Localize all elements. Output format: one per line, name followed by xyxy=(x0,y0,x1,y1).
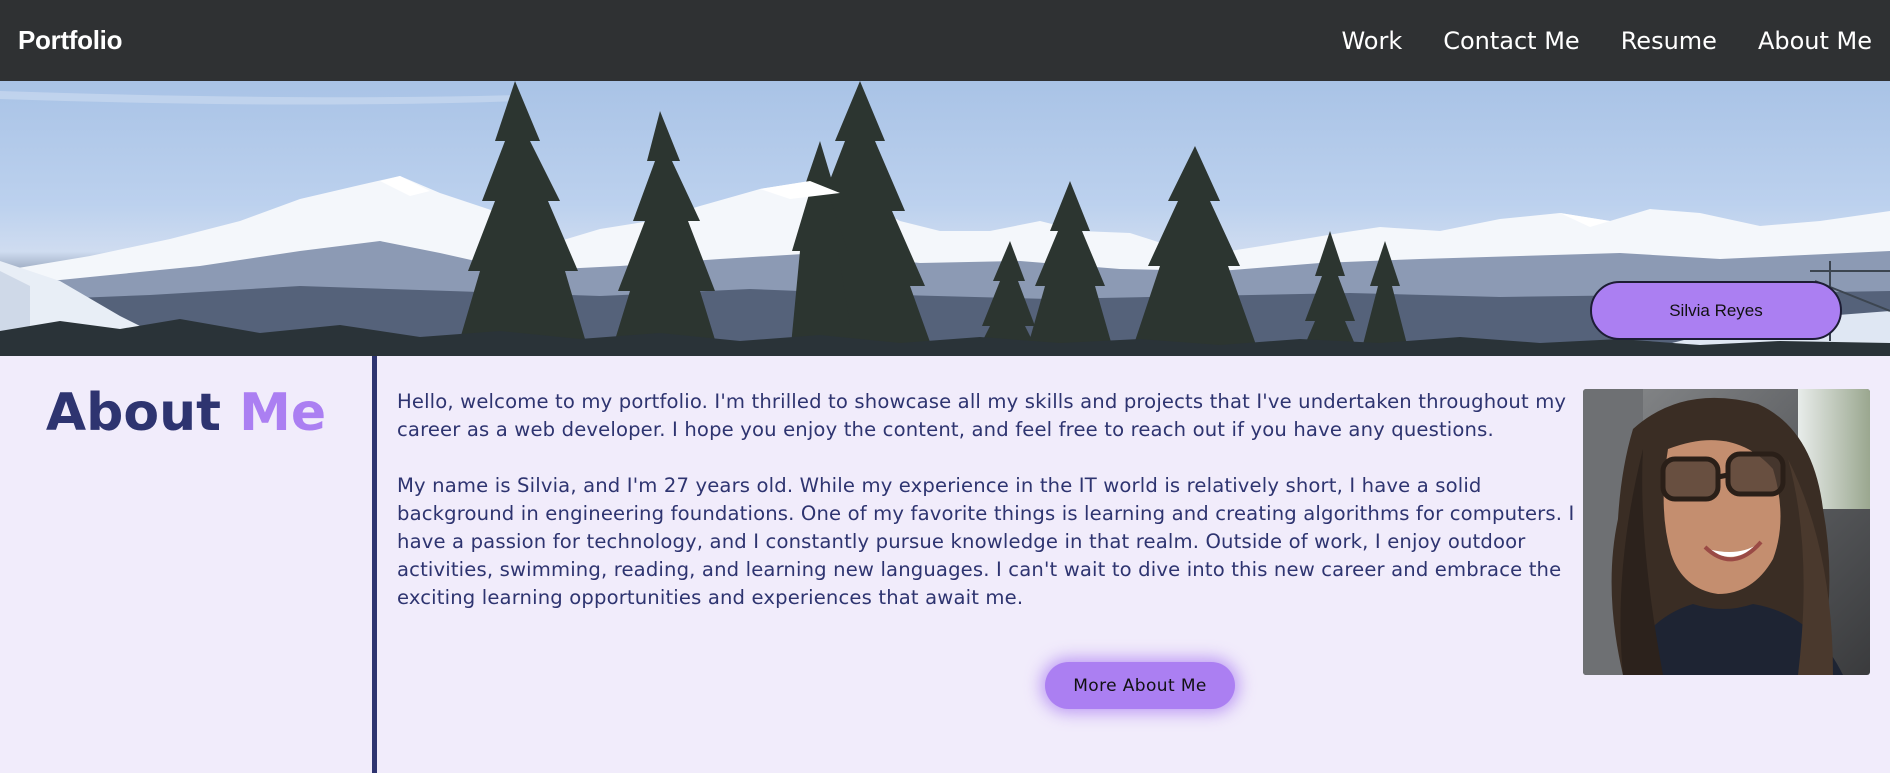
nav-link-about[interactable]: About Me xyxy=(1758,27,1872,55)
top-navbar: Portfolio Work Contact Me Resume About M… xyxy=(0,0,1890,81)
profile-photo xyxy=(1583,389,1870,675)
vertical-divider xyxy=(372,356,377,773)
about-paragraph-intro: Hello, welcome to my portfolio. I'm thri… xyxy=(397,390,1567,441)
nav-links: Work Contact Me Resume About Me xyxy=(1341,27,1872,55)
nav-link-contact[interactable]: Contact Me xyxy=(1443,27,1579,55)
nav-link-work[interactable]: Work xyxy=(1341,27,1402,55)
about-heading-part2: Me xyxy=(239,383,327,443)
nav-link-resume[interactable]: Resume xyxy=(1621,27,1717,55)
profile-photo-illustration xyxy=(1583,389,1870,675)
about-heading: About Me xyxy=(0,383,372,443)
more-about-me-button[interactable]: More About Me xyxy=(1045,662,1235,709)
name-badge-button[interactable]: Silvia Reyes xyxy=(1590,281,1842,340)
about-paragraph-bio: My name is Silvia, and I'm 27 years old.… xyxy=(397,474,1575,609)
about-heading-part1: About xyxy=(45,383,221,443)
about-text-block: Hello, welcome to my portfolio. I'm thri… xyxy=(397,388,1587,640)
brand-logo[interactable]: Portfolio xyxy=(18,25,122,56)
